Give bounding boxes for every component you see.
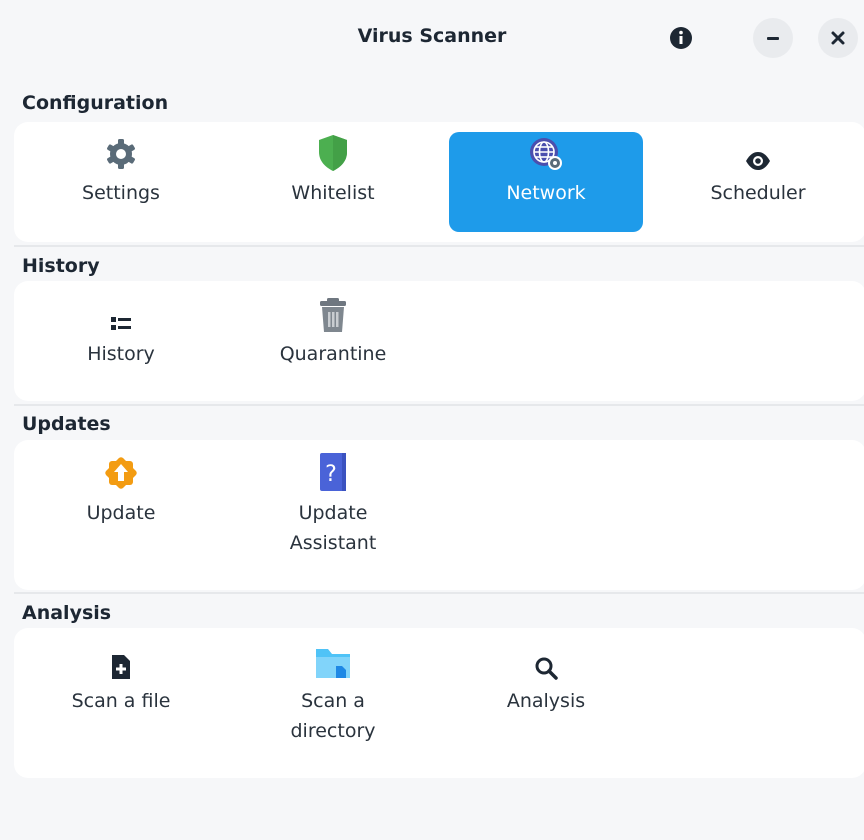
section-title-configuration: Configuration [22,92,169,114]
scan-file-tile[interactable]: Scan a file [24,640,218,740]
settings-tile[interactable]: Settings [24,132,218,232]
whitelist-tile[interactable]: Whitelist [236,132,430,232]
help-book-icon: ? [320,453,346,491]
scheduler-tile[interactable]: Scheduler [661,132,855,232]
whitelist-label: Whitelist [291,182,375,204]
quarantine-label: Quarantine [279,343,387,365]
info-button[interactable] [661,18,701,58]
minimize-icon [767,37,779,40]
section-title-history: History [22,255,100,277]
close-button[interactable] [818,18,858,58]
search-icon [535,657,558,680]
update-assistant-tile[interactable]: ? Update Assistant [236,452,430,582]
update-tile[interactable]: Update [24,452,218,552]
analysis-tile[interactable]: Analysis [449,640,643,740]
window-title: Virus Scanner [357,25,507,47]
history-card: History Quarantine [14,281,864,401]
update-assistant-label: Update Assistant [289,502,377,554]
network-settings-icon [530,138,562,170]
quarantine-tile[interactable]: Quarantine [236,293,430,393]
analysis-card: Scan a file Scan a directory Analysis [14,628,864,778]
settings-label: Settings [82,182,160,204]
file-plus-icon [112,655,130,679]
network-tile[interactable]: Network [449,132,643,232]
info-icon [670,27,692,49]
scheduler-label: Scheduler [710,182,806,204]
close-icon [831,31,845,45]
scan-file-label: Scan a file [71,690,171,712]
gear-icon [107,139,135,169]
trash-icon [320,298,346,332]
section-title-updates: Updates [22,413,111,435]
history-label: History [87,343,155,365]
scan-directory-tile[interactable]: Scan a directory [236,640,430,770]
section-divider [14,404,864,406]
section-title-analysis: Analysis [22,602,112,624]
shield-icon [319,135,347,171]
minimize-button[interactable] [753,18,793,58]
section-divider [14,592,864,594]
update-label: Update [86,502,156,524]
analysis-label: Analysis [506,690,586,712]
section-divider [14,245,864,247]
title-bar: Virus Scanner [0,0,864,76]
scan-directory-label: Scan a directory [290,690,376,742]
folder-icon [316,649,350,678]
updates-card: Update ? Update Assistant [14,440,864,590]
configuration-card: Settings Whitelist Network Scheduler [14,122,864,242]
eye-icon [746,152,770,170]
virus-scanner-window: Virus Scanner Configuration Settings Whi… [0,0,864,840]
list-icon [111,317,131,330]
svg-text:?: ? [325,462,337,487]
network-label: Network [506,182,586,204]
update-badge-icon [105,457,137,489]
history-tile[interactable]: History [24,293,218,393]
